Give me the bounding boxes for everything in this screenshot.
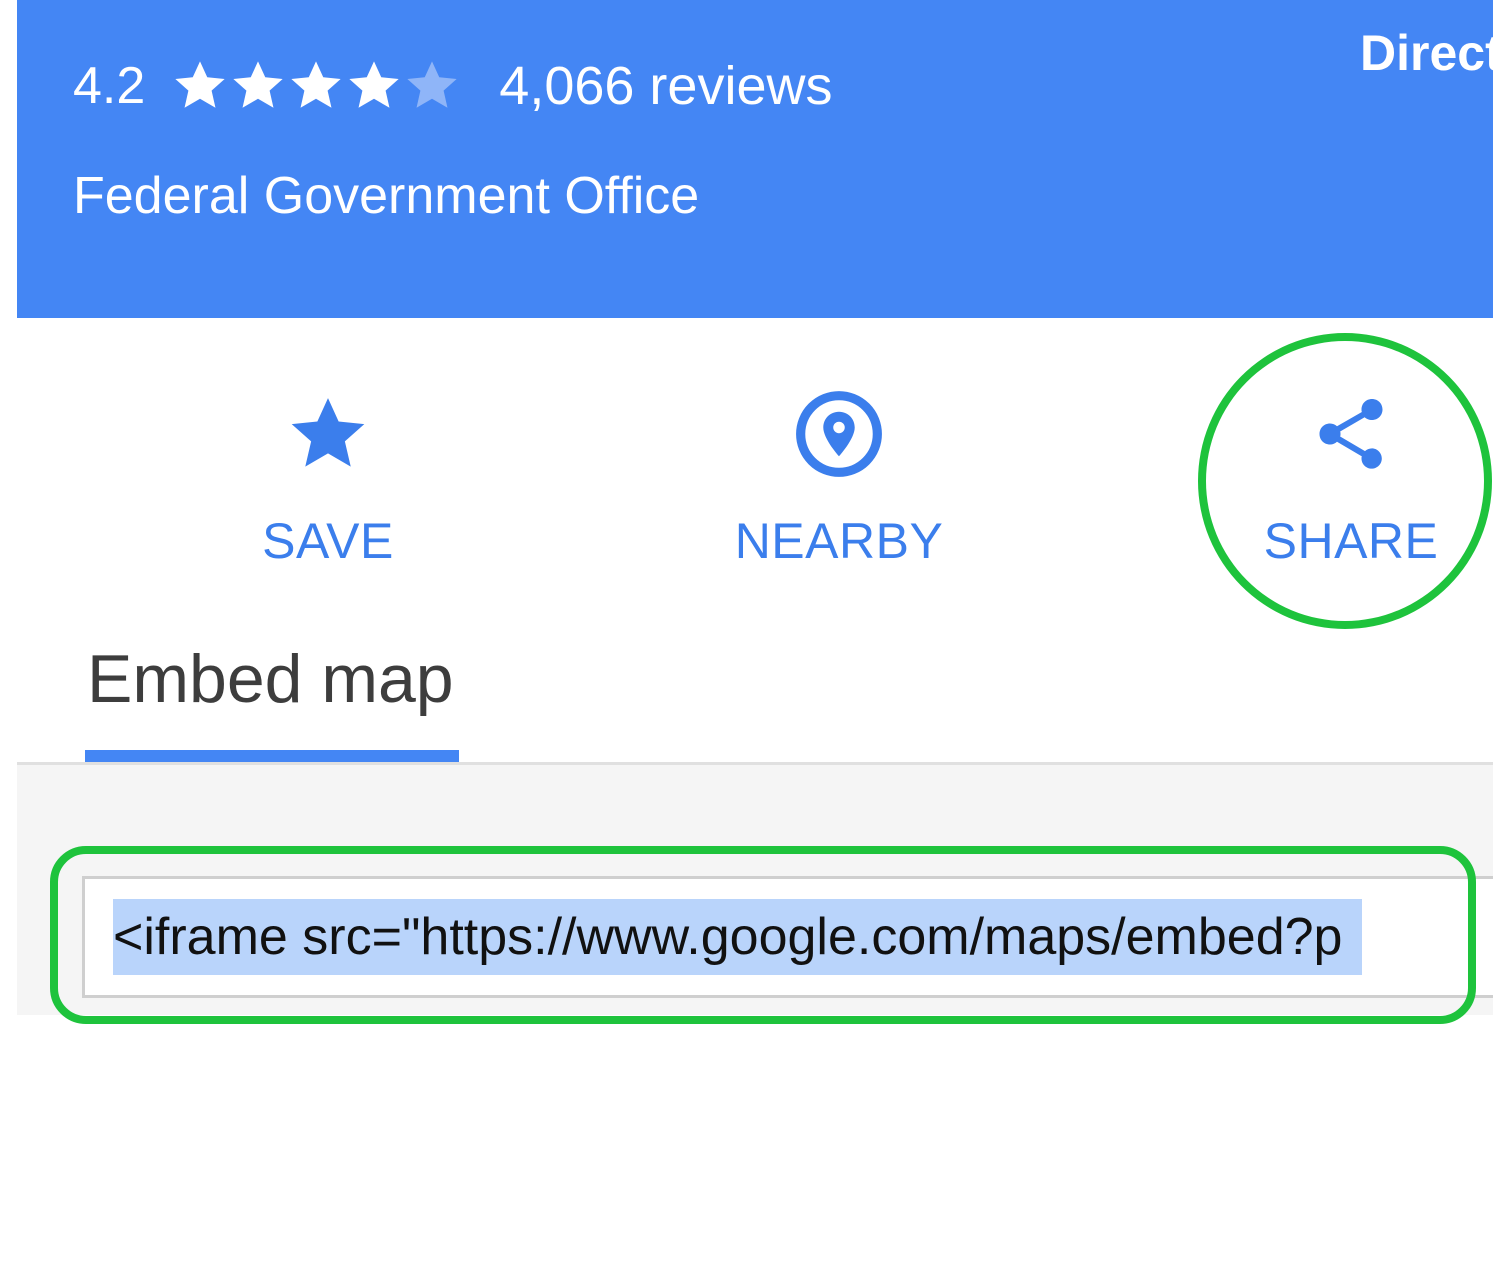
nearby-label: NEARBY [734,513,944,569]
directions-button[interactable]: Direct [1360,24,1493,82]
save-button[interactable]: SAVE [178,318,478,602]
star-filled-icon [175,61,225,108]
nearby-button[interactable]: NEARBY [689,318,989,602]
star-filled-icon [291,61,341,108]
active-tab-indicator [85,750,459,762]
place-category: Federal Government Office [73,167,700,225]
tab-embed-map[interactable]: Embed map [85,602,459,764]
save-label: SAVE [262,513,394,569]
star-empty-icon [407,61,457,108]
star-filled-icon [349,61,399,108]
share-highlight-circle [1198,333,1492,629]
screenshot-frame: 4.2 4,066 reviews Federal Government Off… [0,0,1493,1263]
embed-code-highlight-box [50,846,1476,1024]
location-target-icon [791,386,887,482]
reviews-link[interactable]: 4,066 reviews [499,55,832,117]
star-filled-icon [233,61,283,108]
share-tabs: Embed map [17,602,1493,766]
tab-embed-map-label: Embed map [87,641,454,717]
rating-value: 4.2 [73,57,146,115]
star-icon [280,386,376,482]
rating-row: 4.2 4,066 reviews [73,46,832,126]
rating-stars [171,57,461,115]
